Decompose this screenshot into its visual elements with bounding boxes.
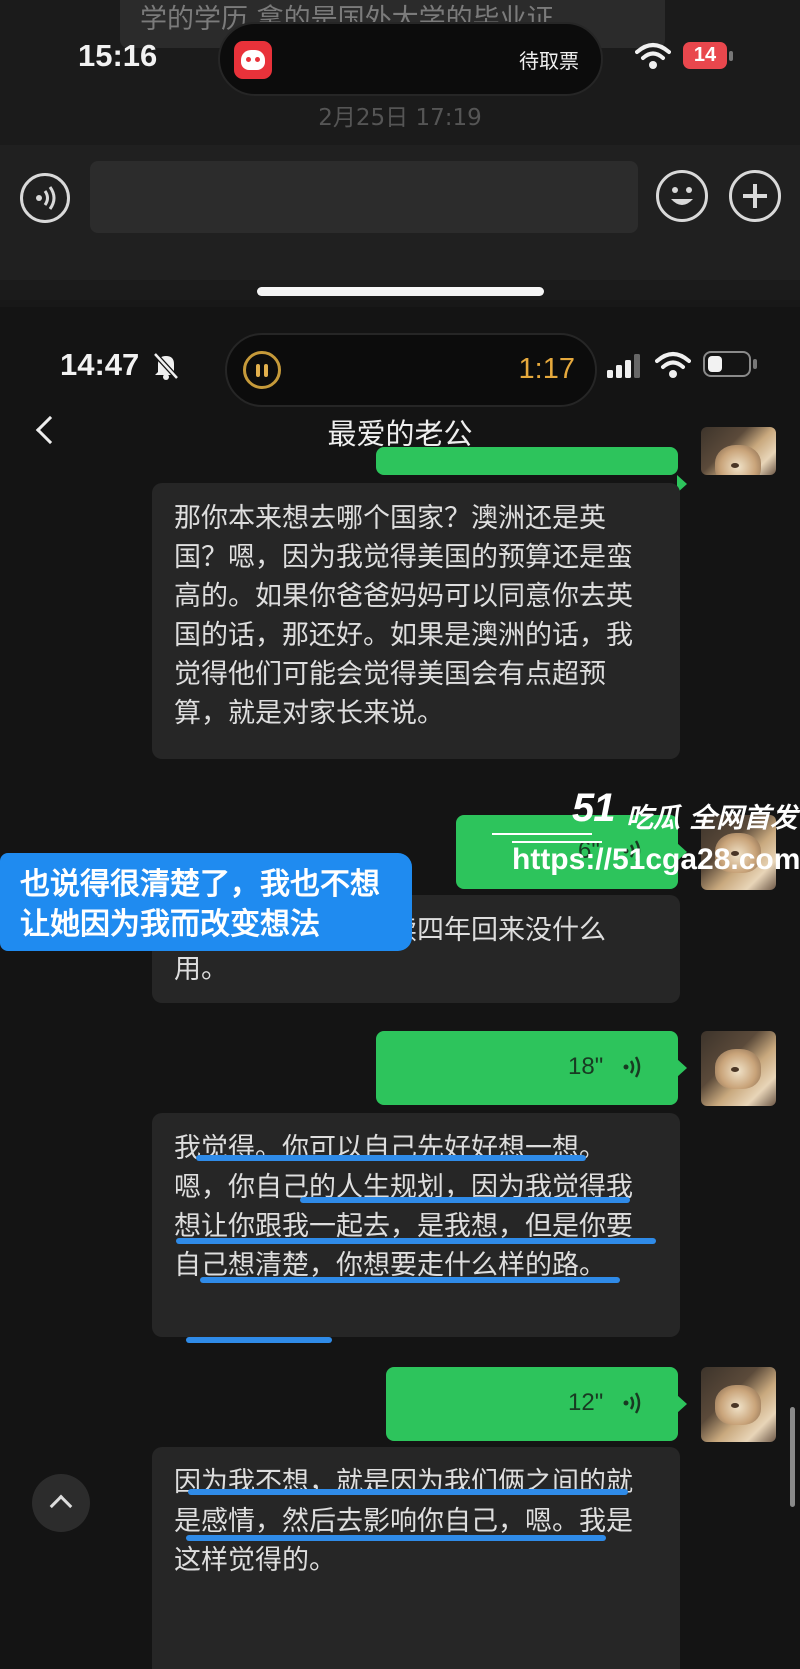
highlight-underline (186, 1337, 332, 1343)
message-input-bar (0, 145, 800, 280)
battery-tip (729, 51, 733, 61)
avatar[interactable] (701, 1367, 776, 1442)
scrollbar[interactable] (790, 1407, 795, 1507)
island-status-text: 待取票 (519, 49, 579, 73)
cellular-signal-icon (607, 354, 640, 378)
wifi-icon (635, 43, 671, 69)
voice-duration: 12" (568, 1389, 604, 1416)
received-message-highlighted[interactable]: 我觉得。你可以自己先好好想一想。嗯，你自己的人生规划，因为我觉得我想让你跟我一起… (152, 1113, 680, 1337)
dynamic-island[interactable]: 待取票 (218, 22, 603, 96)
sent-voice-message[interactable]: 12" (386, 1367, 687, 1441)
overlay-caption: 也说得很清楚了，我也不想让她因为我而改变想法 (0, 853, 412, 951)
avatar[interactable] (701, 427, 776, 475)
sent-voice-message-partial[interactable] (376, 447, 687, 493)
highlight-underline (176, 1238, 656, 1244)
chat-screenshot: 14:47 1:17 最爱的老公 那你本来想去哪个国家？澳洲还是英国？嗯，因为我… (0, 307, 800, 1669)
battery-level-badge: 14 (683, 42, 727, 69)
status-time: 14:47 (60, 347, 140, 382)
battery-icon (703, 351, 751, 377)
watermark-tagline: 吃瓜 全网首发 (626, 803, 798, 834)
emoji-button[interactable] (656, 170, 708, 222)
voice-duration: 18" (568, 1053, 604, 1080)
voice-icon (36, 186, 56, 210)
highlight-underline (200, 1277, 620, 1283)
highlight-underline (196, 1155, 586, 1161)
highlight-underline (188, 1489, 628, 1495)
smiley-icon (671, 187, 693, 205)
received-message[interactable]: 那你本来想去哪个国家？澳洲还是英国？嗯，因为我觉得美国的预算还是蛮高的。如果你爸… (152, 483, 680, 759)
status-time: 15:16 (78, 38, 158, 73)
battery-tip (753, 359, 757, 369)
more-options-plus-button[interactable] (729, 170, 781, 222)
highlight-underline (186, 1535, 606, 1541)
previous-screenshot: 学的学历 拿的是国外大学的毕业证 15:16 待取票 14 2月25日 17:1… (0, 0, 800, 300)
voice-wave-icon (623, 1392, 641, 1414)
recording-time: 1:17 (518, 353, 575, 385)
scroll-to-top-button[interactable] (32, 1474, 90, 1532)
back-button[interactable] (28, 410, 68, 450)
wifi-icon (655, 352, 691, 378)
message-input[interactable] (90, 161, 638, 233)
app-icon (234, 41, 272, 79)
avatar[interactable] (701, 1031, 776, 1106)
home-indicator[interactable] (257, 287, 544, 296)
highlight-underline (300, 1197, 630, 1203)
sent-voice-message[interactable]: 18" (376, 1031, 687, 1105)
watermark-url: https://51cga28.com (512, 843, 800, 876)
voice-wave-icon (623, 1056, 641, 1078)
received-message-highlighted[interactable]: 因为我不想，就是因为我们俩之间的就是感情，然后去影响你自己，嗯。我是这样觉得的。 (152, 1447, 680, 1669)
date-stamp: 2月25日 17:19 (318, 105, 482, 131)
pause-icon (243, 351, 281, 389)
voice-input-button[interactable] (20, 173, 70, 223)
watermark-logo: 51 (572, 786, 615, 830)
bell-muted-icon (153, 352, 179, 380)
dynamic-island-recording[interactable]: 1:17 (225, 333, 597, 407)
